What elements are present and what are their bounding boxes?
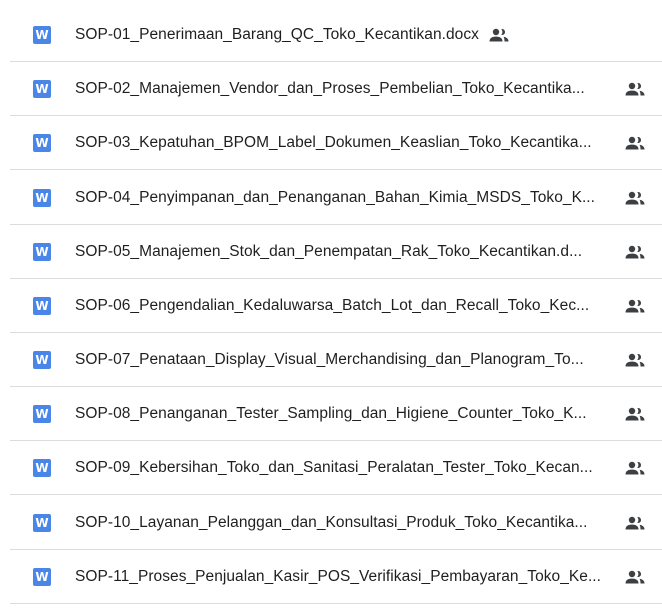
shared-people-icon <box>625 353 645 367</box>
file-row[interactable]: W SOP-02_Manajemen_Vendor_dan_Proses_Pemb… <box>10 62 662 116</box>
file-row[interactable]: W SOP-08_Penanganan_Tester_Sampling_dan_H… <box>10 387 662 441</box>
file-list: W SOP-01_Penerimaan_Barang_QC_Toko_Kecant… <box>0 0 662 610</box>
word-doc-icon-letter: W <box>35 81 49 96</box>
shared-people-icon <box>625 516 645 530</box>
shared-people-icon <box>625 299 645 313</box>
file-name: SOP-10_Layanan_Pelanggan_dan_Konsultasi_… <box>75 513 588 531</box>
word-doc-icon-letter: W <box>35 406 49 421</box>
shared-people-icon <box>625 82 645 96</box>
file-name: SOP-02_Manajemen_Vendor_dan_Proses_Pembe… <box>75 79 585 97</box>
file-name: SOP-04_Penyimpanan_dan_Penanganan_Bahan_… <box>75 188 596 206</box>
word-doc-icon: W <box>33 242 51 261</box>
word-doc-icon: W <box>33 513 51 532</box>
word-doc-icon: W <box>33 350 51 369</box>
shared-people-icon <box>625 570 645 584</box>
file-row[interactable]: W SOP-11_Proses_Penjualan_Kasir_POS_Verif… <box>10 550 662 604</box>
file-row[interactable]: W SOP-05_Manajemen_Stok_dan_Penempatan_Ra… <box>10 225 662 279</box>
file-row[interactable]: W SOP-03_Kepatuhan_BPOM_Label_Dokumen_Kea… <box>10 116 662 170</box>
file-name: SOP-05_Manajemen_Stok_dan_Penempatan_Rak… <box>75 242 583 260</box>
word-doc-icon: W <box>33 404 51 423</box>
word-doc-icon: W <box>33 25 51 44</box>
word-doc-icon: W <box>33 458 51 477</box>
file-name: SOP-09_Kebersihan_Toko_dan_Sanitasi_Pera… <box>75 458 593 476</box>
word-doc-icon: W <box>33 567 51 586</box>
word-doc-icon-letter: W <box>35 190 49 205</box>
file-row[interactable]: W SOP-06_Pengendalian_Kedaluwarsa_Batch_L… <box>10 279 662 333</box>
word-doc-icon-letter: W <box>35 352 49 367</box>
file-row[interactable]: W SOP-01_Penerimaan_Barang_QC_Toko_Kecant… <box>10 8 662 62</box>
file-row[interactable]: W SOP-04_Penyimpanan_dan_Penanganan_Bahan… <box>10 171 662 225</box>
file-name: SOP-01_Penerimaan_Barang_QC_Toko_Kecanti… <box>75 25 479 43</box>
shared-people-icon <box>625 245 645 259</box>
file-row[interactable]: W SOP-07_Penataan_Display_Visual_Merchand… <box>10 333 662 387</box>
shared-people-icon <box>625 136 645 150</box>
word-doc-icon-letter: W <box>35 298 49 313</box>
file-name: SOP-03_Kepatuhan_BPOM_Label_Dokumen_Keas… <box>75 133 592 151</box>
word-doc-icon-letter: W <box>35 569 49 584</box>
word-doc-icon-letter: W <box>35 135 49 150</box>
word-doc-icon-letter: W <box>35 244 49 259</box>
word-doc-icon-letter: W <box>35 460 49 475</box>
word-doc-icon: W <box>33 296 51 315</box>
word-doc-icon-letter: W <box>35 27 49 42</box>
file-row[interactable]: W SOP-09_Kebersihan_Toko_dan_Sanitasi_Per… <box>10 441 662 495</box>
file-name: SOP-06_Pengendalian_Kedaluwarsa_Batch_Lo… <box>75 296 590 314</box>
word-doc-icon-letter: W <box>35 515 49 530</box>
file-name: SOP-08_Penanganan_Tester_Sampling_dan_Hi… <box>75 404 587 422</box>
file-name: SOP-07_Penataan_Display_Visual_Merchandi… <box>75 350 584 368</box>
word-doc-icon: W <box>33 79 51 98</box>
shared-people-icon <box>625 191 645 205</box>
shared-people-icon <box>625 407 645 421</box>
file-row[interactable]: W SOP-10_Layanan_Pelanggan_dan_Konsultasi… <box>10 496 662 550</box>
word-doc-icon: W <box>33 133 51 152</box>
shared-people-icon <box>625 461 645 475</box>
file-name: SOP-11_Proses_Penjualan_Kasir_POS_Verifi… <box>75 567 602 585</box>
shared-people-icon <box>489 28 509 42</box>
word-doc-icon: W <box>33 188 51 207</box>
